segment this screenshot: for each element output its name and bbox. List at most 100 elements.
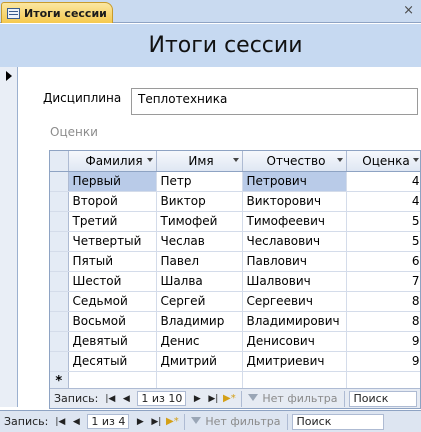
table-row[interactable]: Пятый Павел Павлович 6 <box>50 251 420 272</box>
column-header-grade[interactable]: Оценка <box>346 151 420 172</box>
cell-name[interactable]: Шалва <box>156 271 243 292</box>
cell-name[interactable]: Петр <box>156 171 243 192</box>
tab-itogi-sessii[interactable]: Итоги сессии <box>1 2 113 23</box>
sort-dropdown-icon[interactable] <box>336 158 343 162</box>
cell-name[interactable]: Виктор <box>156 191 243 212</box>
cell-name[interactable]: Тимофей <box>156 211 243 232</box>
first-record-icon[interactable]: |◀ <box>53 415 67 429</box>
cell-name[interactable]: Денис <box>156 331 243 352</box>
prev-record-icon[interactable]: ◀ <box>69 415 83 429</box>
next-record-icon[interactable]: ▶ <box>133 415 147 429</box>
table-row[interactable]: Десятый Дмитрий Дмитриевич 9 <box>50 351 420 372</box>
search-input[interactable]: Поиск <box>291 413 384 430</box>
form-header: Итоги сессии <box>0 24 421 67</box>
cell-grade[interactable]: 4 <box>346 191 420 212</box>
cell-patronymic[interactable]: Петрович <box>242 171 347 192</box>
cell-surname[interactable]: Первый <box>67 171 157 192</box>
column-header-label: Оценка <box>362 153 410 168</box>
cell-patronymic[interactable]: Тимофеевич <box>242 211 347 232</box>
row-selector[interactable] <box>50 351 69 372</box>
cell-patronymic[interactable]: Чеславович <box>242 231 347 252</box>
table-row[interactable]: Первый Петр Петрович 4 <box>50 171 420 192</box>
row-selector[interactable] <box>50 331 69 352</box>
row-selector[interactable] <box>50 311 69 332</box>
last-record-icon[interactable]: ▶| <box>149 415 163 429</box>
close-icon[interactable]: × <box>403 3 414 19</box>
select-all-cell[interactable] <box>50 151 69 172</box>
column-header-label: Фамилия <box>85 153 143 168</box>
grades-label: Оценки <box>50 125 98 139</box>
record-label: Запись: <box>54 392 99 405</box>
cell-patronymic[interactable]: Дмитриевич <box>242 351 347 372</box>
cell-surname[interactable]: Второй <box>68 191 157 212</box>
next-record-icon[interactable]: ▶ <box>190 392 204 406</box>
discipline-field[interactable]: Теплотехника <box>131 88 418 115</box>
cell-grade[interactable]: 8 <box>346 291 420 312</box>
sort-dropdown-icon[interactable] <box>232 158 239 162</box>
last-record-icon[interactable]: ▶| <box>206 392 220 406</box>
filter-label: Нет фильтра <box>205 415 281 428</box>
cell-name[interactable]: Владимир <box>156 311 243 332</box>
cell-surname[interactable]: Четвертый <box>68 231 157 252</box>
cell-name[interactable]: Сергей <box>156 291 243 312</box>
record-selector[interactable] <box>0 67 18 407</box>
table-row[interactable]: Третий Тимофей Тимофеевич 5 <box>50 211 420 232</box>
cell-name[interactable]: Дмитрий <box>156 351 243 372</box>
cell-name[interactable]: Чеслав <box>156 231 243 252</box>
new-record-icon[interactable]: ▶* <box>222 392 236 406</box>
cell-surname[interactable]: Десятый <box>68 351 157 372</box>
row-selector[interactable] <box>50 191 69 212</box>
column-header-surname[interactable]: Фамилия <box>68 151 157 172</box>
sort-dropdown-icon[interactable] <box>146 158 153 162</box>
row-selector[interactable] <box>50 171 69 192</box>
first-record-icon[interactable]: |◀ <box>103 392 117 406</box>
cell-patronymic[interactable]: Денисович <box>242 331 347 352</box>
cell-grade[interactable]: 7 <box>346 271 420 292</box>
cell-patronymic[interactable]: Шалвович <box>242 271 347 292</box>
sort-dropdown-icon[interactable] <box>412 158 419 162</box>
cell-surname[interactable]: Седьмой <box>68 291 157 312</box>
filter-indicator[interactable]: Нет фильтра <box>241 390 345 407</box>
cell-surname[interactable]: Третий <box>68 211 157 232</box>
cell-grade[interactable]: 9 <box>346 331 420 352</box>
cell-patronymic[interactable]: Владимирович <box>242 311 347 332</box>
record-position-field[interactable]: 1 из 4 <box>87 414 130 429</box>
row-selector[interactable] <box>50 211 69 232</box>
row-selector[interactable] <box>50 291 69 312</box>
row-selector[interactable] <box>50 271 69 292</box>
row-selector[interactable] <box>50 251 69 272</box>
cell-name[interactable]: Павел <box>156 251 243 272</box>
table-body: Первый Петр Петрович 4 Второй Виктор Викторови… <box>50 171 420 392</box>
cell-patronymic[interactable]: Сергеевич <box>242 291 347 312</box>
table-row[interactable]: Второй Виктор Викторович 4 <box>50 191 420 212</box>
table-row[interactable]: Шестой Шалва Шалвович 7 <box>50 271 420 292</box>
table-row[interactable]: Седьмой Сергей Сергеевич 8 <box>50 291 420 312</box>
cell-patronymic[interactable]: Викторович <box>242 191 347 212</box>
search-input[interactable]: Поиск <box>348 390 417 407</box>
row-selector[interactable] <box>50 231 69 252</box>
new-record-icon[interactable]: ▶* <box>165 415 179 429</box>
cell-grade[interactable]: 9 <box>346 351 420 372</box>
cell-grade[interactable]: 6 <box>346 251 420 272</box>
filter-icon <box>248 393 259 404</box>
current-record-arrow-icon <box>6 71 12 81</box>
filter-icon <box>191 416 202 427</box>
cell-grade[interactable]: 5 <box>346 211 420 232</box>
table-row[interactable]: Девятый Денис Денисович 9 <box>50 331 420 352</box>
cell-surname[interactable]: Восьмой <box>68 311 157 332</box>
table-row[interactable]: Четвертый Чеслав Чеславович 5 <box>50 231 420 252</box>
filter-indicator[interactable]: Нет фильтра <box>184 413 288 430</box>
record-position-field[interactable]: 1 из 10 <box>137 391 187 406</box>
column-header-name[interactable]: Имя <box>156 151 243 172</box>
cell-surname[interactable]: Девятый <box>68 331 157 352</box>
column-header-patronymic[interactable]: Отчество <box>242 151 347 172</box>
cell-grade[interactable]: 8 <box>346 311 420 332</box>
cell-grade[interactable]: 4 <box>346 171 420 192</box>
prev-record-icon[interactable]: ◀ <box>119 392 133 406</box>
form-icon <box>7 7 20 19</box>
cell-surname[interactable]: Шестой <box>68 271 157 292</box>
table-row[interactable]: Восьмой Владимир Владимирович 8 <box>50 311 420 332</box>
cell-grade[interactable]: 5 <box>346 231 420 252</box>
cell-surname[interactable]: Пятый <box>68 251 157 272</box>
cell-patronymic[interactable]: Павлович <box>242 251 347 272</box>
